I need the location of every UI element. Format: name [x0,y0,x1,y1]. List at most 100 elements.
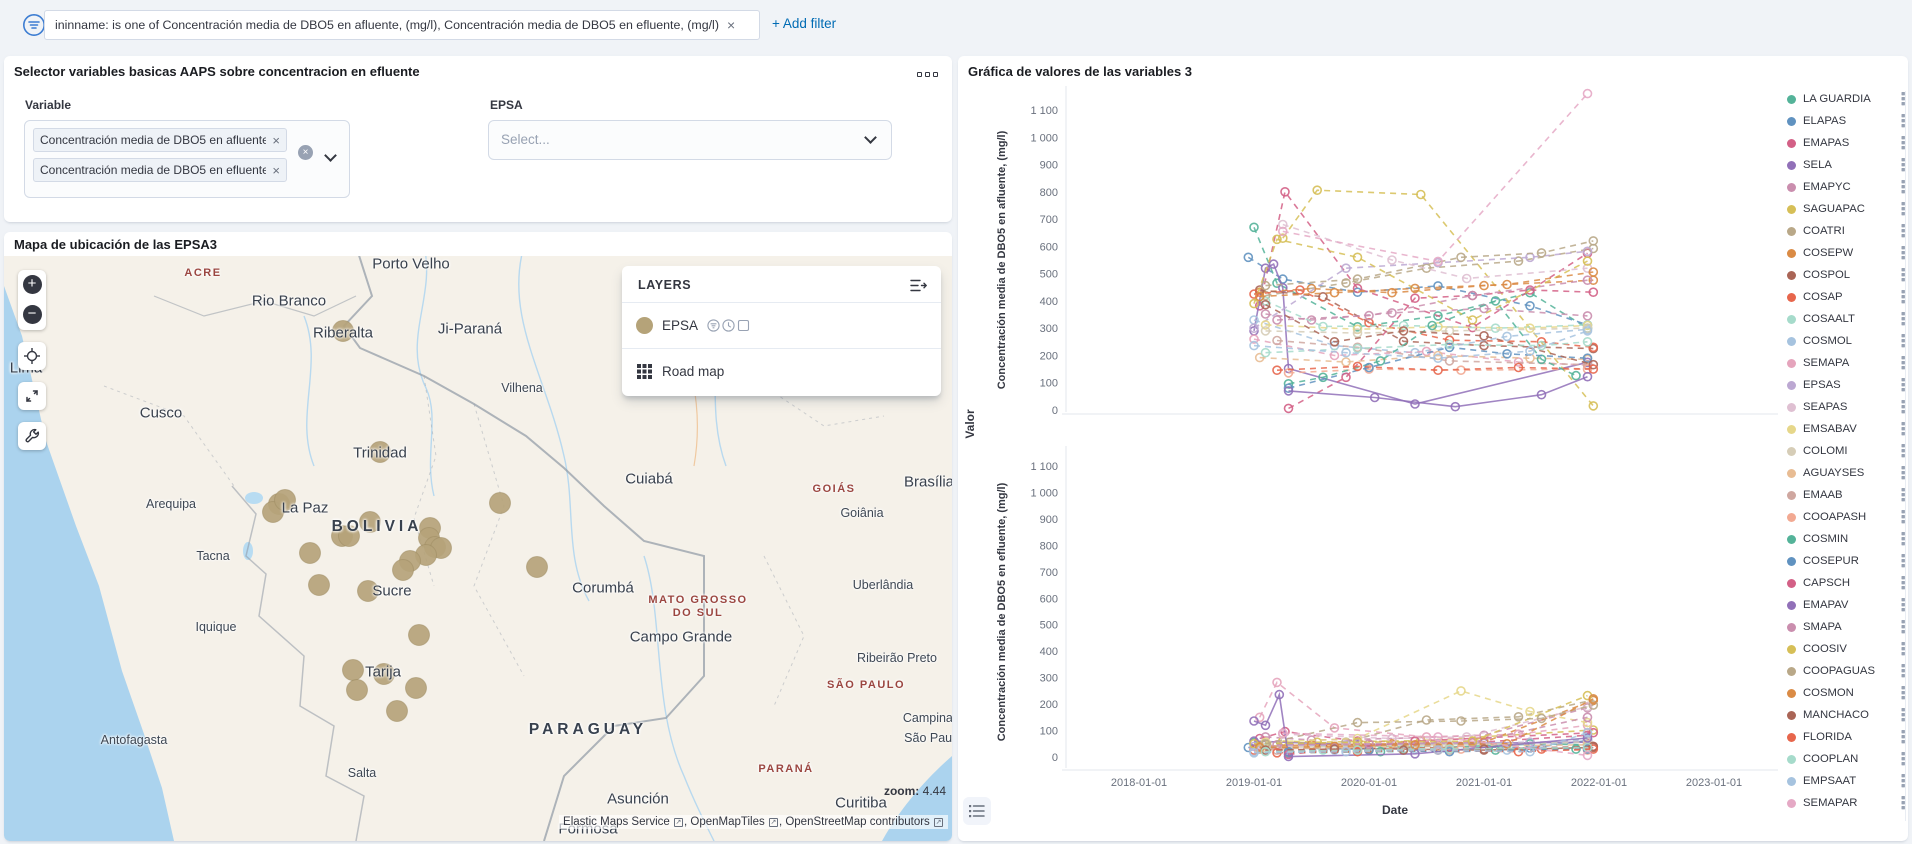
data-point[interactable] [1589,402,1597,410]
legend-item-smapa[interactable]: SMAPA [1787,616,1905,638]
layer-item-epsa[interactable]: EPSA [622,306,941,344]
legend-item-cosap[interactable]: COSAP [1787,286,1905,308]
zoom-in-button[interactable]: + [23,275,42,294]
epsa-location-point[interactable] [490,493,511,514]
legend-scrollbar[interactable] [1905,91,1906,821]
epsa-location-point[interactable] [309,575,330,596]
legend-item-semapar[interactable]: SEMAPAR [1787,792,1905,814]
legend-item-seapas[interactable]: SEAPAS [1787,396,1905,418]
data-point[interactable] [1319,323,1327,331]
legend-swatch [1787,271,1796,280]
legend-item-cosmon[interactable]: COSMON [1787,682,1905,704]
legend-item-empsaat[interactable]: EMPSAAT [1787,770,1905,792]
legend-item-emapyc[interactable]: EMAPYC [1787,176,1905,198]
legend-item-semapa[interactable]: SEMAPA [1787,352,1905,374]
attribution-link[interactable]: OpenMapTiles [690,816,764,828]
attribution-link[interactable]: OpenStreetMap contributors [785,816,929,828]
legend-item-emaab[interactable]: EMAAB [1787,484,1905,506]
layer-label: Road map [662,364,724,379]
epsa-location-point[interactable] [527,557,548,578]
legend-item-cosepw[interactable]: COSEPW [1787,242,1905,264]
legend-item-cospol[interactable]: COSPOL [1787,264,1905,286]
data-point[interactable] [1342,373,1350,381]
legend-item-elapas[interactable]: ELAPAS [1787,110,1905,132]
data-point[interactable] [1572,372,1580,380]
legend-item-emapas[interactable]: EMAPAS [1787,132,1905,154]
collapse-panel-icon[interactable] [910,278,927,293]
variable-combobox[interactable]: Concentración media de DBO5 en afluente,… [24,120,350,198]
legend-item-aguayses[interactable]: AGUAYSES [1787,462,1905,484]
legend-item-cooapash[interactable]: COOAPASH [1787,506,1905,528]
variable-chip[interactable]: Concentración media de DBO5 en efluente,… [33,158,287,182]
add-filter-button[interactable]: + Add filter [772,16,836,31]
legend-item-cosaalt[interactable]: COSAALT [1787,308,1905,330]
data-point[interactable] [1457,687,1465,695]
epsa-location-point[interactable] [370,442,391,463]
epsa-location-point[interactable] [275,490,296,511]
legend-item-cosmin[interactable]: COSMIN [1787,528,1905,550]
chip-remove-icon[interactable]: × [272,133,280,148]
epsa-location-point[interactable] [406,678,427,699]
chevron-down-icon[interactable] [324,149,337,162]
legend-item-cosmol[interactable]: COSMOL [1787,330,1905,352]
map-canvas[interactable]: ACREPorto VelhoRio BrancoRiberaltaJi-Par… [4,256,952,841]
legend-label: SEAPAS [1803,401,1847,413]
legend-item-epsas[interactable]: EPSAS [1787,374,1905,396]
legend-swatch [1787,711,1796,720]
epsa-select[interactable]: Select... [488,120,892,160]
epsa-location-point[interactable] [347,680,368,701]
legend-item-la-guardia[interactable]: LA GUARDIA [1787,88,1905,110]
epsa-location-point[interactable] [339,526,360,547]
epsa-location-point[interactable] [333,321,354,342]
time-badge-icon [722,319,735,332]
epsa-select-placeholder: Select... [501,132,550,147]
map-tools-button[interactable] [18,422,46,450]
chip-remove-icon[interactable]: × [272,163,280,178]
zoom-out-button[interactable]: − [23,305,42,324]
list-icon [969,804,985,818]
legend-swatch [1787,667,1796,676]
y-axis-tick: 300 [1040,673,1058,685]
epsa-location-point[interactable] [387,701,408,722]
legend-item-colomi[interactable]: COLOMI [1787,440,1905,462]
filter-pill[interactable]: ininname: is one of Concentración media … [44,10,760,40]
legend-toggle-button[interactable] [963,797,991,825]
attribution-link[interactable]: Elastic Maps Service [563,816,670,828]
legend-item-capsch[interactable]: CAPSCH [1787,572,1905,594]
legend-item-coosiv[interactable]: COOSIV [1787,638,1905,660]
filter-remove-icon[interactable]: × [727,17,735,33]
map-panel-title: Mapa de ubicación de las EPSA3 [14,237,217,252]
legend-item-florida[interactable]: FLORIDA [1787,726,1905,748]
epsa-location-point[interactable] [343,660,364,681]
legend-item-cooplan[interactable]: COOPLAN [1787,748,1905,770]
filter-badge-icon [707,319,720,332]
epsa-location-point[interactable] [374,664,395,685]
panel-options-icon[interactable] [912,66,942,82]
legend-item-coopaguas[interactable]: COOPAGUAS [1787,660,1905,682]
legend-item-manchaco[interactable]: MANCHACO [1787,704,1905,726]
epsa-location-point[interactable] [393,560,414,581]
data-point[interactable] [1584,90,1592,98]
variable-chip[interactable]: Concentración media de DBO5 en afluente,… [33,128,287,152]
legend-item-cosepur[interactable]: COSEPUR [1787,550,1905,572]
legend-swatch [1787,205,1796,214]
y-axis-tick: 800 [1040,187,1058,199]
y-axis-tick: 700 [1040,567,1058,579]
legend-item-saguapac[interactable]: SAGUAPAC [1787,198,1905,220]
legend-item-coatri[interactable]: COATRI [1787,220,1905,242]
layer-item-roadmap[interactable]: Road map [622,352,941,390]
legend-item-sela[interactable]: SELA [1787,154,1905,176]
epsa-location-point[interactable] [358,581,379,602]
set-view-button[interactable] [18,342,46,370]
epsa-location-point[interactable] [409,625,430,646]
query-filter-icon[interactable] [22,13,46,37]
epsa-location-point[interactable] [300,543,321,564]
clear-selection-icon[interactable]: × [298,145,313,160]
fullscreen-button[interactable] [18,382,46,410]
legend-item-emapav[interactable]: EMAPAV [1787,594,1905,616]
data-point[interactable] [1589,237,1597,245]
filter-bar: ininname: is one of Concentración media … [0,0,1912,50]
epsa-location-point[interactable] [360,512,381,533]
legend-item-emsabav[interactable]: EMSABAV [1787,418,1905,440]
data-point[interactable] [1469,316,1477,324]
